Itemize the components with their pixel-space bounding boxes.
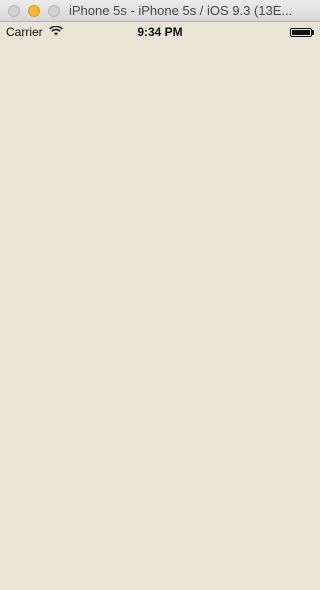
window-titlebar[interactable]: iPhone 5s - iPhone 5s / iOS 9.3 (13E... [0,0,320,22]
ios-status-bar: Carrier 9:34 PM [0,22,320,42]
zoom-icon[interactable] [48,5,60,17]
app-content-area[interactable] [0,42,320,590]
status-time: 9:34 PM [137,25,183,39]
battery-tip [312,30,314,35]
battery-icon [290,28,312,37]
simulator-window: iPhone 5s - iPhone 5s / iOS 9.3 (13E... … [0,0,320,590]
window-title: iPhone 5s - iPhone 5s / iOS 9.3 (13E... [69,3,293,18]
close-icon[interactable] [8,5,20,17]
battery-level [292,30,310,35]
minimize-icon[interactable] [28,5,40,17]
